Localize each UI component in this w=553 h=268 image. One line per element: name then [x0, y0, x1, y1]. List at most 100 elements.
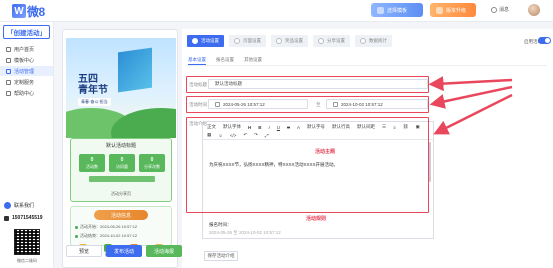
- messages-button[interactable]: 消息: [491, 6, 509, 13]
- undo-icon[interactable]: ↶: [243, 132, 247, 138]
- phone-number: 15071545519: [12, 215, 43, 221]
- tab-label: 奖品设置: [285, 38, 303, 43]
- font-size-select[interactable]: 默认字号: [307, 124, 325, 130]
- template-icon: [6, 57, 11, 63]
- code-icon[interactable]: </>: [230, 132, 237, 138]
- time-label: 活动时间: [189, 102, 207, 107]
- tab-label: 页面设置: [243, 38, 261, 43]
- logo-mark-icon: W: [12, 4, 26, 18]
- app-logo[interactable]: W 微8: [12, 3, 45, 19]
- emoji-icon[interactable]: ☺: [218, 132, 223, 138]
- sidebar-item-label: 模板中心: [14, 57, 35, 64]
- annotation-theme: 活动主题: [315, 149, 336, 155]
- choose-template-label: 选择模板: [387, 7, 408, 14]
- preview-button[interactable]: 预览: [66, 245, 102, 257]
- sidebar-item-templates[interactable]: 模板中心: [0, 55, 53, 65]
- tab-page-settings[interactable]: 页面设置: [229, 35, 266, 47]
- template-icon: [377, 6, 384, 14]
- subtab-signup[interactable]: 报名设置: [216, 57, 234, 65]
- paragraph-select[interactable]: 正文: [207, 124, 216, 130]
- editor-paragraph[interactable]: 2024-05-26 至 2024-10-02 10:57:12: [209, 230, 281, 236]
- line-height-select[interactable]: 默认行高: [332, 124, 350, 130]
- sidebar-item-home[interactable]: 用户首页: [0, 44, 53, 54]
- subtab-other[interactable]: 其他设置: [244, 57, 262, 65]
- tab-label: 活动设置: [201, 38, 219, 43]
- bullet-icon: [75, 234, 78, 238]
- create-activity-title[interactable]: 「创建活动」: [3, 25, 50, 39]
- save-intro-button[interactable]: 保存活动介绍: [204, 251, 238, 261]
- step-circle-icon: [276, 38, 282, 44]
- choose-template-button[interactable]: 选择模板: [371, 3, 423, 17]
- redo-icon[interactable]: ↷: [254, 132, 258, 138]
- start-time-input[interactable]: 2024-05-26 10:57:12: [208, 99, 308, 109]
- settings-panel: 活动设置 页面设置 奖品设置 分享设置 数据统计 启用活动 基本设置 报名设置 …: [182, 29, 553, 268]
- banner-cube-graphic: [118, 47, 152, 93]
- list-icon[interactable]: ☰: [382, 124, 386, 130]
- tab-statistics[interactable]: 数据统计: [355, 35, 392, 47]
- sidebar-item-activity[interactable]: 活动管理: [0, 66, 53, 76]
- contact-us[interactable]: 联系我们: [4, 202, 34, 209]
- messages-label: 消息: [499, 7, 510, 13]
- sub-tabs: 基本设置 报名设置 其他设置: [188, 57, 262, 65]
- upgrade-label: 版本升级: [446, 7, 467, 14]
- subtab-basic[interactable]: 基本设置: [188, 57, 206, 65]
- sidebar-item-label: 活动管理: [14, 68, 35, 75]
- editor-paragraph[interactable]: 为庆祝XXXX节，弘扬XXXX精神，特XXXX活动XXXX开展活动。: [209, 162, 338, 168]
- italic-button[interactable]: I: [269, 124, 270, 130]
- stat-box: 0 活动数: [79, 154, 105, 172]
- sidebar-item-label: 帮助中心: [14, 90, 35, 97]
- strikethrough-button[interactable]: S: [287, 124, 290, 130]
- mobile-preview: 五四 青年节 青春·奋斗·担当 默认活动标题 0 活动数 0 访问量 0 分享次…: [62, 29, 178, 268]
- banner-subtitle: 青春·奋斗·担当: [78, 98, 111, 106]
- end-time-input[interactable]: 2024-10-02 10:57:12: [326, 99, 428, 109]
- qr-label: 微信二维码: [17, 258, 37, 263]
- stat-box: 0 分享次数: [139, 154, 165, 172]
- user-avatar[interactable]: [528, 4, 540, 16]
- fullscreen-icon[interactable]: ⤢: [265, 132, 269, 138]
- contact-phone: 15071545519: [4, 215, 43, 221]
- step-circle-icon: [360, 38, 366, 44]
- top-bar: W 微8 选择模板 版本升级 消息: [0, 0, 553, 22]
- sidebar-item-help[interactable]: 帮助中心: [0, 88, 53, 98]
- editor-scrollbar[interactable]: [429, 142, 431, 182]
- underline-button[interactable]: U: [277, 124, 280, 130]
- upgrade-icon: [436, 6, 443, 14]
- heading-button[interactable]: H: [248, 124, 251, 130]
- stat-num: 0: [150, 156, 154, 163]
- tab-label: 数据统计: [369, 38, 387, 43]
- sidebar-item-custom[interactable]: 定制服务: [0, 77, 53, 87]
- tab-activity-settings[interactable]: 活动设置: [187, 35, 224, 47]
- activity-title-value: 默认活动标题: [215, 81, 242, 86]
- end-time-text: 活动结束：2024-10-02 10:57:12: [80, 233, 138, 238]
- tab-share-settings[interactable]: 分享设置: [313, 35, 350, 47]
- enable-activity-toggle[interactable]: [538, 37, 551, 44]
- time-separator: 至: [316, 102, 321, 107]
- sidebar-item-label: 定制服务: [14, 79, 35, 86]
- tab-label: 分享设置: [327, 38, 345, 43]
- sidebar-item-label: 用户首页: [14, 46, 35, 53]
- publish-button[interactable]: 发布活动: [106, 245, 142, 257]
- upgrade-button[interactable]: 版本升级: [430, 3, 476, 17]
- activity-title-input[interactable]: 默认活动标题: [208, 79, 428, 89]
- step-tabs: 活动设置 页面设置 奖品设置 分享设置 数据统计: [187, 35, 392, 47]
- poster-button[interactable]: 活动海报: [146, 245, 182, 257]
- stat-num: 0: [90, 156, 94, 163]
- link-icon[interactable]: ⛓: [403, 124, 409, 130]
- image-icon[interactable]: ▣: [415, 124, 419, 130]
- start-time-value: 2024-05-26 10:57:12: [223, 101, 265, 107]
- tab-prize-settings[interactable]: 奖品设置: [271, 35, 308, 47]
- preview-stats-card: 默认活动标题 0 活动数 0 访问量 0 分享次数 活动分享页: [70, 138, 172, 202]
- editor-paragraph[interactable]: 报名时间：: [209, 222, 232, 228]
- preview-share-text: 活动分享页: [111, 191, 131, 196]
- end-time-value: 2024-10-02 10:57:12: [341, 101, 383, 107]
- help-icon: [6, 90, 11, 96]
- sidebar: 「创建活动」 用户首页 模板中心 活动管理 定制服务 帮助中心 联系我们 150…: [0, 22, 54, 268]
- stat-label: 活动数: [86, 163, 98, 169]
- font-color-button[interactable]: A: [297, 124, 300, 130]
- align-icon[interactable]: ≡: [393, 124, 396, 130]
- font-select[interactable]: 默认字体: [223, 124, 241, 130]
- bold-button[interactable]: B: [258, 124, 261, 130]
- spacing-select[interactable]: 默认间距: [357, 124, 375, 130]
- logo-text: 微8: [27, 4, 45, 19]
- table-icon[interactable]: ▦: [207, 132, 211, 138]
